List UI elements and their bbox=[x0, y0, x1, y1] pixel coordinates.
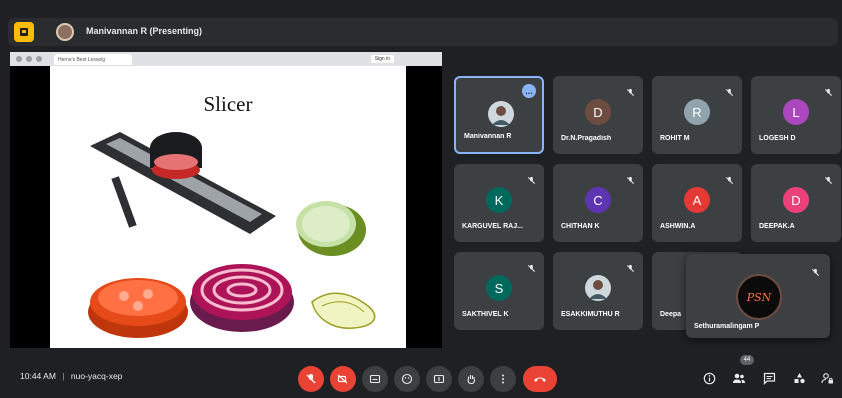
participant-tile[interactable]: D DEEPAK.A bbox=[751, 164, 841, 242]
browser-forward-icon bbox=[26, 56, 32, 62]
popup-avatar: PSN bbox=[736, 274, 782, 320]
camera-button[interactable] bbox=[330, 366, 356, 392]
participant-tile[interactable]: D Dr.N.Pragadish bbox=[553, 76, 643, 154]
participant-count-badge: 44 bbox=[740, 355, 754, 365]
chat-icon bbox=[763, 372, 775, 385]
popup-name: Sethuramalingam P bbox=[694, 323, 760, 330]
participant-tile[interactable]: ESAKKIMUTHU R bbox=[553, 252, 643, 330]
meeting-code: nuo-yacq-xep bbox=[70, 371, 123, 381]
onion-slices-image bbox=[190, 264, 294, 332]
participant-photo bbox=[585, 275, 611, 301]
raise-hand-button[interactable] bbox=[458, 366, 484, 392]
activities-button[interactable] bbox=[790, 369, 808, 387]
mic-button[interactable] bbox=[298, 366, 324, 392]
cucumber-slices-image bbox=[296, 201, 366, 256]
mic-off-icon bbox=[527, 172, 536, 185]
participant-name: Dr.N.Pragadish bbox=[561, 135, 612, 142]
participant-name: Manivannan R bbox=[464, 133, 512, 140]
participant-photo bbox=[488, 101, 514, 127]
activities-icon bbox=[794, 372, 805, 383]
people-icon bbox=[733, 373, 745, 383]
captions-icon bbox=[369, 374, 381, 384]
call-end-icon bbox=[534, 377, 546, 382]
participant-avatar: D bbox=[783, 187, 809, 213]
info-icon bbox=[703, 372, 715, 384]
mic-off-icon bbox=[626, 260, 635, 273]
participant-avatar: K bbox=[486, 187, 512, 213]
mic-off-icon bbox=[824, 84, 833, 97]
present-icon bbox=[433, 374, 445, 384]
participant-name: ESAKKIMUTHU R bbox=[561, 311, 620, 318]
participant-tile[interactable]: … Manivannan R bbox=[454, 76, 544, 154]
participant-avatar: L bbox=[783, 99, 809, 125]
camera-off-icon bbox=[337, 374, 348, 384]
curly-slices-image bbox=[311, 292, 376, 329]
tomato-slices-image bbox=[88, 278, 188, 338]
browser-tab: Herne's Best Lesseig bbox=[54, 54, 132, 65]
popup-avatar-text: PSN bbox=[746, 290, 772, 304]
participant-popup[interactable]: PSN Sethuramalingam P bbox=[686, 254, 830, 338]
meeting-details-button[interactable] bbox=[700, 369, 718, 387]
meeting-separator: | bbox=[62, 371, 65, 381]
mic-off-icon bbox=[626, 84, 635, 97]
reactions-button[interactable] bbox=[394, 366, 420, 392]
mic-off-icon bbox=[725, 84, 734, 97]
presentation-slide: Slicer bbox=[50, 66, 406, 348]
participant-name: Deepa bbox=[660, 311, 682, 318]
participant-name: ASHWIN.A bbox=[660, 223, 696, 230]
presenting-bar: Manivannan R (Presenting) bbox=[8, 18, 838, 46]
captions-button[interactable] bbox=[362, 366, 388, 392]
participant-name: SAKTHIVEL K bbox=[462, 311, 509, 318]
app-badge-icon bbox=[14, 22, 34, 42]
participant-tile[interactable]: R ROHIT M bbox=[652, 76, 742, 154]
shared-screen: Herne's Best Lesseig Sign in Slicer bbox=[10, 52, 442, 348]
participant-avatar: A bbox=[684, 187, 710, 213]
browser-signin-button: Sign in bbox=[370, 55, 394, 63]
participant-tile[interactable]: A ASHWIN.A bbox=[652, 164, 742, 242]
participant-avatar: D bbox=[585, 99, 611, 125]
participant-name: KARGUVEL RAJ... bbox=[462, 223, 523, 230]
participant-tile[interactable]: C CHITHAN K bbox=[553, 164, 643, 242]
host-controls-button[interactable] bbox=[818, 369, 836, 387]
participant-tile[interactable]: S SAKTHIVEL K bbox=[454, 252, 544, 330]
mic-off-icon bbox=[811, 264, 820, 277]
mic-off-icon bbox=[824, 172, 833, 185]
hand-icon bbox=[467, 375, 476, 385]
participant-name: DEEPAK.A bbox=[759, 223, 795, 230]
meeting-time: 10:44 AM bbox=[20, 371, 56, 381]
chat-button[interactable] bbox=[760, 369, 778, 387]
mic-off-icon bbox=[527, 260, 536, 273]
participant-tile[interactable]: L LOGESH D bbox=[751, 76, 841, 154]
bottom-toolbar: 10:44 AM | nuo-yacq-xep bbox=[0, 360, 842, 398]
participant-avatar: C bbox=[585, 187, 611, 213]
present-button[interactable] bbox=[426, 366, 452, 392]
people-button[interactable] bbox=[730, 369, 748, 387]
meet-window: Manivannan R (Presenting) Herne's Best L… bbox=[0, 0, 842, 398]
more-options-button[interactable] bbox=[490, 366, 516, 392]
browser-toolbar: Herne's Best Lesseig Sign in bbox=[10, 52, 442, 66]
mic-off-icon bbox=[725, 172, 734, 185]
meeting-info: 10:44 AM | nuo-yacq-xep bbox=[20, 371, 122, 381]
mandoline-slicer-image bbox=[90, 132, 276, 234]
slicer-illustration bbox=[88, 132, 376, 338]
lock-person-icon bbox=[820, 372, 833, 383]
presenter-avatar bbox=[56, 23, 74, 41]
participant-name: LOGESH D bbox=[759, 135, 796, 142]
more-vert-icon bbox=[502, 374, 504, 384]
participant-name: CHITHAN K bbox=[561, 223, 600, 230]
participant-avatar: R bbox=[684, 99, 710, 125]
presenting-label: Manivannan R (Presenting) bbox=[86, 26, 203, 36]
participant-name: ROHIT M bbox=[660, 135, 690, 142]
participant-tile[interactable]: K KARGUVEL RAJ... bbox=[454, 164, 544, 242]
participant-avatar: S bbox=[486, 275, 512, 301]
emoji-icon bbox=[401, 373, 413, 385]
mic-off-icon bbox=[626, 172, 635, 185]
mic-off-icon bbox=[306, 374, 316, 384]
tile-options-icon[interactable]: … bbox=[522, 84, 536, 98]
browser-reload-icon bbox=[36, 56, 42, 62]
end-call-button[interactable] bbox=[523, 366, 557, 392]
browser-back-icon bbox=[16, 56, 22, 62]
